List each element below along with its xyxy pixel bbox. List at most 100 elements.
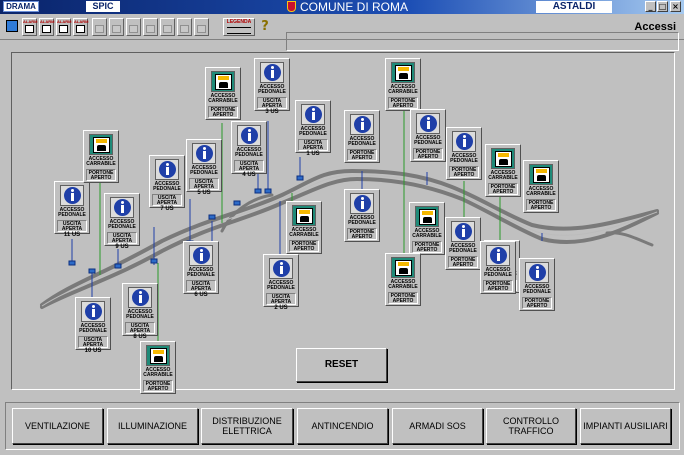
legend-label: LEGENDA [226, 19, 252, 25]
panel-status: PORTONEAPERTO [208, 106, 238, 118]
panel-type-label: ACCESSO PEDONALE [258, 84, 286, 95]
traffic-control-button[interactable]: CONTROLLO TRAFFICO [486, 408, 576, 444]
vehicle-access-panel[interactable]: ACCESSOCARRABILE PORTONEAPERTO [485, 144, 521, 197]
panel-status: PORTONEAPERTO [347, 228, 377, 240]
pedestrian-access-panel[interactable]: ACCESSO PEDONALE PORTONE APERTO [480, 241, 516, 294]
vehicle-access-panel[interactable]: ACCESSOCARRABILE PORTONEAPERTO [409, 202, 445, 255]
pedestrian-icon [301, 104, 325, 125]
vehicle-access-panel[interactable]: ACCESSOCARRABILE PORTONEAPERTO [286, 201, 322, 254]
lighting-button[interactable]: ILLUMINAZIONE [107, 408, 198, 444]
alarm-button-1[interactable]: ALARM [22, 18, 37, 36]
panel-status: USCITA APERTA 9 US [107, 232, 137, 250]
maximize-button[interactable]: □ [657, 1, 668, 12]
panel-status: USCITA APERTA 5 US [189, 178, 219, 196]
alarm-button-2[interactable]: ALARM [39, 18, 54, 36]
pedestrian-access-panel[interactable]: ACCESSO PEDONALE USCITA APERTA 2 US [263, 254, 299, 311]
legend-button[interactable]: LEGENDA [223, 18, 255, 36]
pedestrian-icon [260, 62, 284, 83]
check-icon [25, 25, 34, 33]
toolbar: ALARM ALARM ALARM ALARM LEGENDA ? [0, 14, 684, 51]
pedestrian-access-panel[interactable]: ACCESSO PEDONALE USCITA APERTA 1 US [295, 100, 331, 157]
pedestrian-access-panel[interactable]: ACCESSO PEDONALE USCITA APERTA 10 US [75, 297, 111, 354]
document-icon [112, 25, 121, 33]
pedestrian-access-panel[interactable]: ACCESSO PEDONALE USCITA APERTA 7 US [149, 155, 185, 212]
minimize-button[interactable]: _ [645, 1, 656, 12]
vehicle-access-panel[interactable]: ACCESSOCARRABILE PORTONEAPERTO [83, 130, 119, 183]
panel-type-label: ACCESSO PEDONALE [484, 267, 512, 278]
chart-icon [129, 25, 138, 33]
panel-type-label: ACCESSO PEDONALE [450, 153, 478, 164]
pedestrian-access-panel[interactable]: ACCESSO PEDONALE USCITA APERTA 11 US [54, 181, 90, 238]
vehicle-access-panel[interactable]: ACCESSOCARRABILE PORTONEAPERTO [205, 67, 241, 120]
pedestrian-access-panel[interactable]: ACCESSO PEDONALE PORTONE APERTO [446, 127, 482, 180]
vehicle-access-panel[interactable]: ACCESSOCARRABILE PORTONEAPERTO [523, 160, 559, 213]
close-button[interactable]: × [670, 1, 681, 12]
pedestrian-icon [452, 131, 476, 152]
reset-button[interactable]: RESET [296, 348, 387, 382]
panel-type-label: ACCESSO PEDONALE [190, 165, 218, 176]
panel-type-label: ACCESSOCARRABILE [388, 279, 418, 290]
pedestrian-access-panel[interactable]: ACCESSO PEDONALE PORTONE APERTO [344, 189, 380, 242]
auxiliary-systems-button[interactable]: IMPIANTI AUSILIARI [580, 408, 671, 444]
vehicle-gate-icon [415, 206, 439, 227]
panel-code: 10 US [84, 348, 102, 354]
panel-type-label: ACCESSO PEDONALE [299, 126, 327, 137]
toolbar-button-10[interactable] [177, 18, 192, 36]
vehicle-access-panel[interactable]: ACCESSOCARRABILE PORTONEAPERTO [140, 341, 176, 394]
ventilation-button[interactable]: VENTILAZIONE [12, 408, 103, 444]
alarm-button-3[interactable]: ALARM [56, 18, 71, 36]
fire-fighting-button[interactable]: ANTINCENDIO [297, 408, 388, 444]
drama-logo: DRAMA [3, 1, 39, 12]
panel-code: 11 US [63, 232, 81, 238]
pedestrian-access-panel[interactable]: ACCESSO PEDONALE PORTONE APERTO [344, 110, 380, 163]
panel-status: USCITA APERTA 4 US [234, 160, 264, 178]
panel-status: USCITA APERTA 2 US [266, 293, 296, 311]
power-distribution-button[interactable]: DISTRIBUZIONE ELETTRICA [201, 408, 293, 444]
page-info-box [286, 32, 679, 51]
pedestrian-access-panel[interactable]: ACCESSO PEDONALE USCITA APERTA 5 US [186, 139, 222, 196]
vehicle-access-panel[interactable]: ACCESSOCARRABILE PORTONEAPERTO [385, 253, 421, 306]
panel-type-label: ACCESSOCARRABILE [526, 186, 556, 197]
vehicle-gate-icon [391, 257, 415, 278]
toolbar-button-11[interactable] [194, 18, 209, 36]
panel-type-label: ACCESSO PEDONALE [449, 243, 477, 254]
panel-status: USCITA APERTA 3 US [257, 97, 287, 115]
pedestrian-access-panel[interactable]: ACCESSO PEDONALE USCITA APERTA 8 US [122, 283, 158, 340]
panel-status: PORTONEAPERTO [413, 148, 443, 160]
panel-type-label: ACCESSOCARRABILE [412, 228, 442, 239]
pedestrian-access-panel[interactable]: ACCESSO PEDONALE USCITA APERTA 9 US [104, 193, 140, 250]
alarm-button-4[interactable]: ALARM [73, 18, 88, 36]
astaldi-logo: ASTALDI [536, 1, 612, 13]
toolbar-button-8[interactable] [143, 18, 158, 36]
pedestrian-access-panel[interactable]: ACCESSO PEDONALE USCITA APERTA 6 US [183, 241, 219, 298]
pedestrian-access-panel[interactable]: ACCESSO PEDONALE USCITA APERTA 4 US [231, 121, 267, 178]
pedestrian-access-panel[interactable]: ACCESSO PEDONALE PORTONE APERTO [410, 109, 446, 162]
toolbar-button-6[interactable] [109, 18, 124, 36]
grid-icon [197, 25, 206, 33]
toolbar-button-7[interactable] [126, 18, 141, 36]
module-label: SPIC [86, 1, 120, 12]
panel-status: PORTONEAPERTO [412, 241, 442, 253]
calendar-icon [59, 25, 68, 33]
panel-status: USCITA APERTA 7 US [152, 194, 182, 212]
vehicle-access-panel[interactable]: ACCESSOCARRABILE PORTONEAPERTO [385, 58, 421, 111]
vehicle-gate-icon [391, 62, 415, 83]
panel-status: PORTONEAPERTO [448, 256, 478, 268]
toolbar-button-9[interactable] [160, 18, 175, 36]
vehicle-gate-icon [211, 71, 235, 92]
monitor-icon[interactable] [6, 20, 18, 32]
page-title: Accessi [634, 21, 676, 33]
panel-type-label: ACCESSOCARRABILE [289, 227, 319, 238]
toolbar-button-5[interactable] [92, 18, 107, 36]
panel-type-label: ACCESSOCARRABILE [208, 93, 238, 104]
panel-code: 9 US [115, 244, 129, 250]
sos-cabinets-button[interactable]: ARMADI SOS [392, 408, 483, 444]
legend-icon [227, 27, 251, 34]
pedestrian-icon [525, 262, 549, 283]
pedestrian-access-panel[interactable]: ACCESSO PEDONALE PORTONE APERTO [445, 217, 481, 270]
panel-status: PORTONEAPERTO [522, 297, 552, 309]
help-icon[interactable]: ? [259, 18, 271, 36]
panel-code: 6 US [194, 292, 208, 298]
pedestrian-access-panel[interactable]: ACCESSO PEDONALE USCITA APERTA 3 US [254, 58, 290, 115]
pedestrian-access-panel[interactable]: ACCESSO PEDONALE PORTONE APERTO [519, 258, 555, 311]
